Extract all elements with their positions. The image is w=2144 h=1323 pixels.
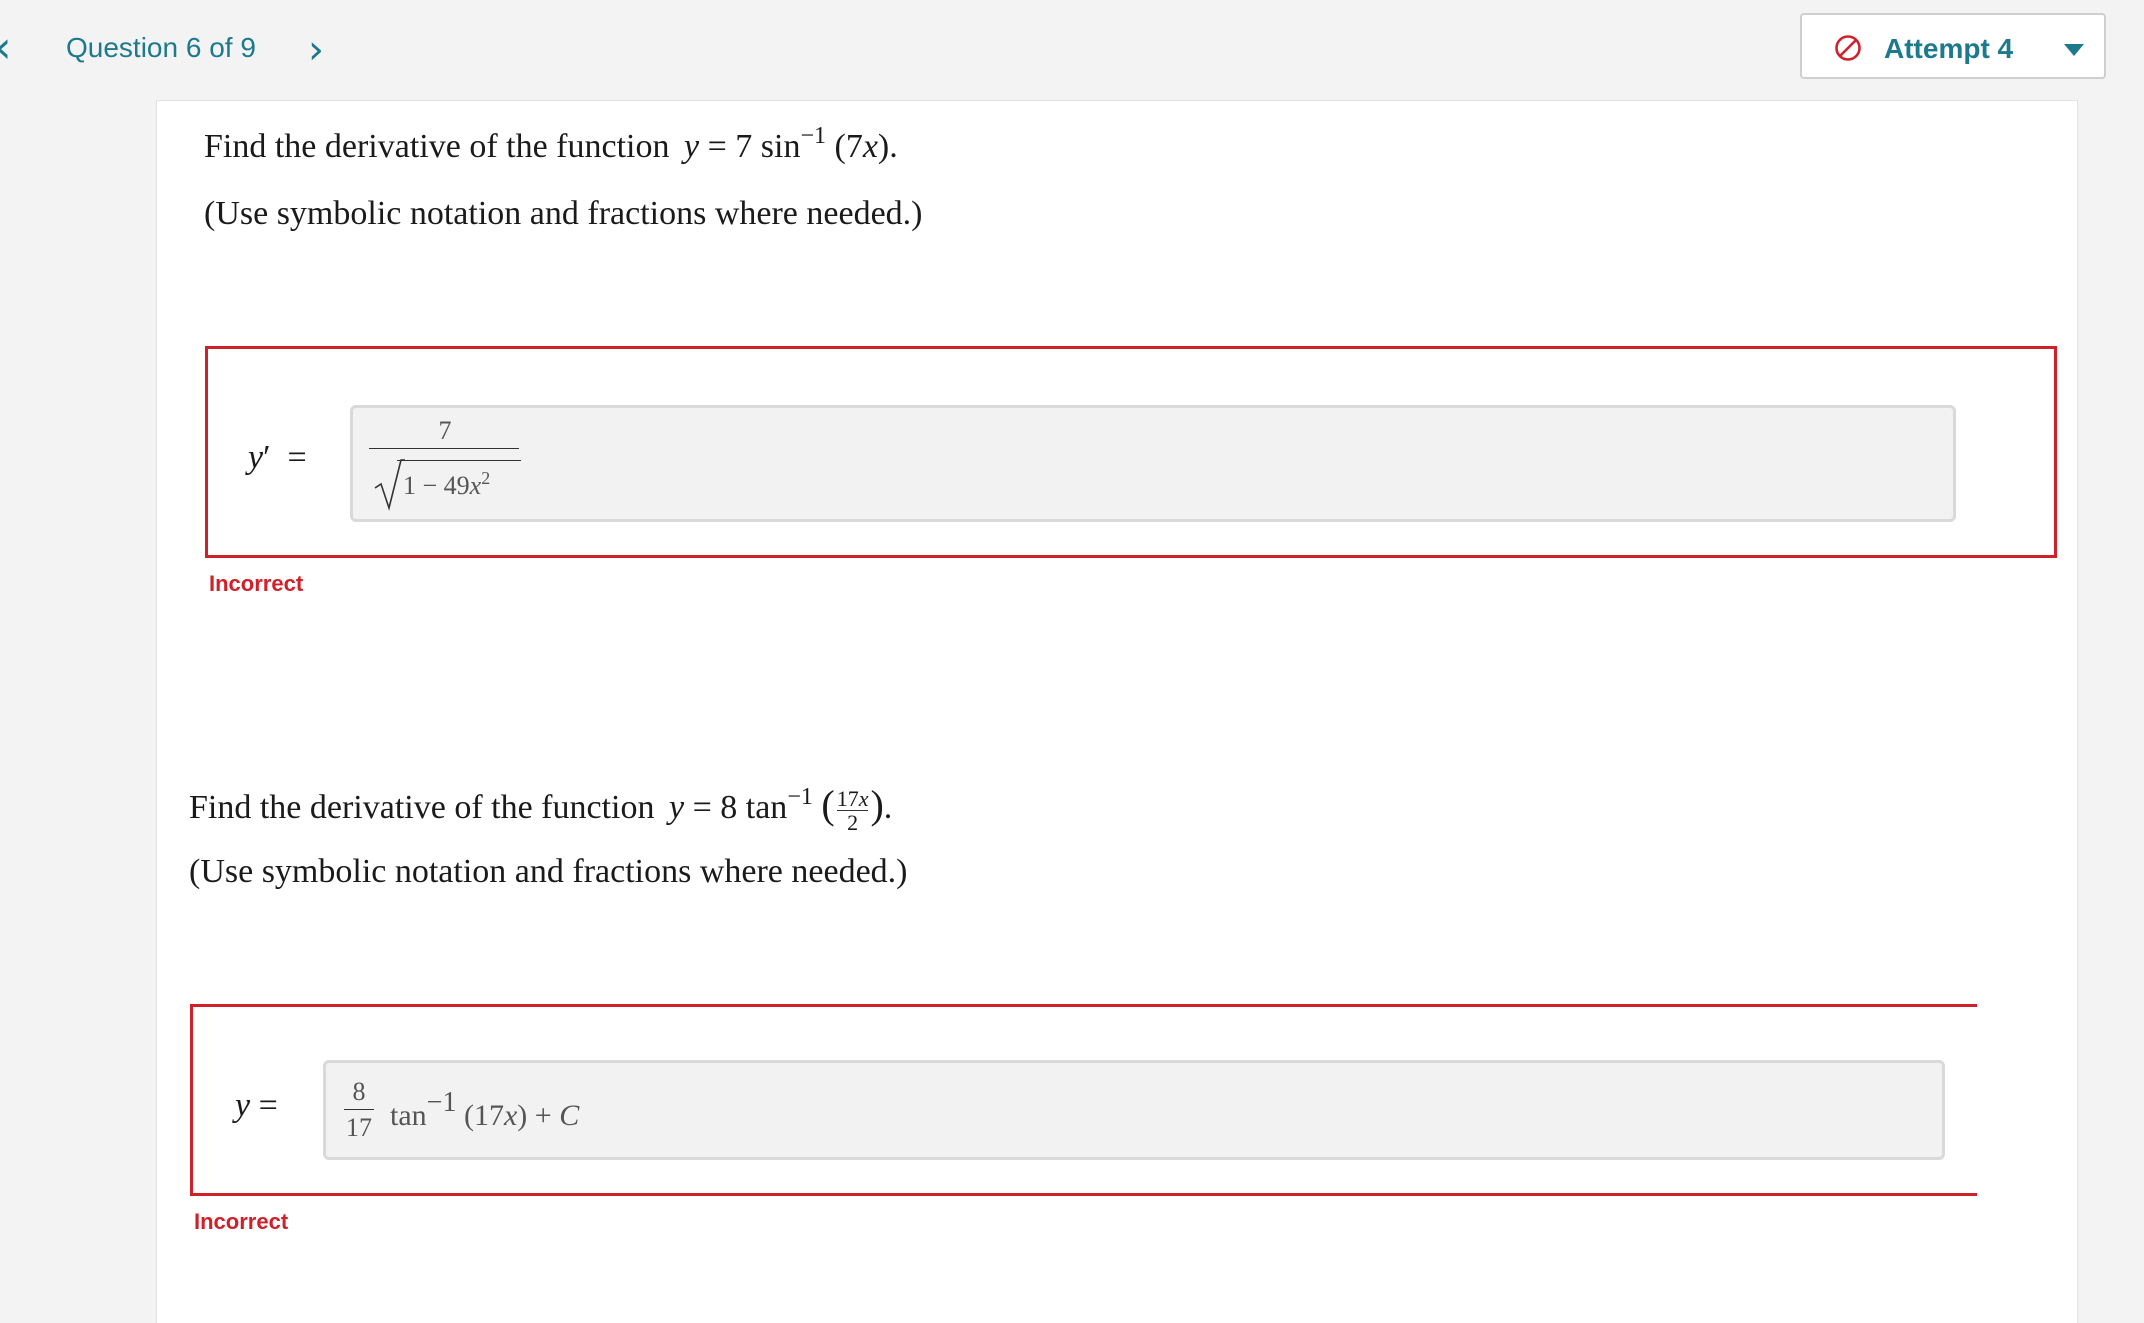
problem-2-denominator: 17	[346, 1113, 372, 1142]
attempt-label: Attempt 4	[1884, 33, 2014, 64]
problem-1-answer-input[interactable]: 7 1 − 49x2	[350, 405, 1956, 522]
chevron-down-icon	[2064, 44, 2084, 56]
problem-2-status: Incorrect	[194, 1209, 289, 1234]
problem-1-answer-box: y′ = 7 1 − 49x2	[205, 346, 2057, 558]
problem-1-answer-lhs: y′ =	[248, 439, 307, 476]
top-navigation-bar: ‹ Question 6 of 9 › Attempt 4	[0, 0, 2144, 100]
previous-question-icon[interactable]: ‹	[0, 26, 12, 70]
problem-2-prompt: Find the derivative of the function y = …	[189, 781, 892, 834]
problem-1-prompt-text: Find the derivative of the function	[204, 128, 670, 165]
problem-2-answer-box: y = 8 17 tan−1 (17x) + C	[190, 1004, 1977, 1196]
problem-2-numerator: 8	[352, 1077, 366, 1106]
problem-2-answer-lhs: y =	[235, 1087, 278, 1124]
problem-1-denominator: 1 − 49x2	[403, 468, 491, 500]
problem-2-note: (Use symbolic notation and fractions whe…	[189, 853, 908, 890]
fraction-bar	[344, 1109, 374, 1110]
problem-1-note: (Use symbolic notation and fractions whe…	[204, 195, 923, 232]
attempt-dropdown-button[interactable]: Attempt 4	[1800, 13, 2106, 79]
problem-2-answer-input[interactable]: 8 17 tan−1 (17x) + C	[323, 1060, 1945, 1160]
fraction-bar	[369, 448, 519, 449]
prohibited-icon	[1835, 35, 1861, 61]
problem-2-function: y = 8 tan−1 (17x 2).	[669, 782, 893, 835]
question-card: Find the derivative of the function y = …	[156, 100, 2078, 1323]
problem-1-numerator: 7	[438, 416, 452, 445]
square-root-icon	[374, 459, 405, 511]
problem-2-prompt-text: Find the derivative of the function	[189, 789, 655, 826]
question-counter[interactable]: Question 6 of 9	[66, 32, 256, 64]
problem-1-function: y = 7 sin−1 (7x).	[684, 123, 898, 165]
problem-1-status: Incorrect	[209, 571, 304, 596]
radical-bar	[397, 460, 521, 461]
next-question-icon[interactable]: ›	[308, 28, 324, 72]
problem-1-prompt: Find the derivative of the function y = …	[204, 123, 898, 166]
problem-2-answer-expression: tan−1 (17x) + C	[390, 1087, 580, 1132]
